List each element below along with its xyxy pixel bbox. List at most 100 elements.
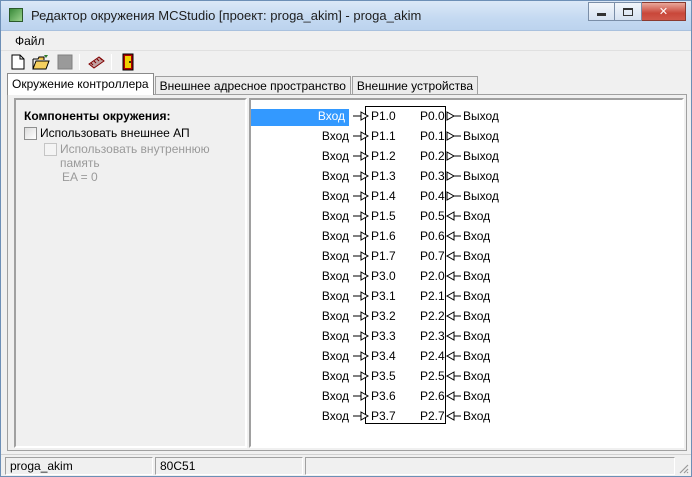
- pin-row-left[interactable]: Вход P1.2: [251, 147, 396, 165]
- pin-direction[interactable]: Вход: [463, 229, 490, 243]
- pin-row-left[interactable]: Вход P1.3: [251, 167, 396, 185]
- pin-direction[interactable]: Вход: [322, 269, 353, 283]
- pin-direction[interactable]: Вход: [463, 329, 490, 343]
- pin-direction[interactable]: Вход: [463, 349, 490, 363]
- checkbox-box: [44, 143, 57, 156]
- pin-row-right[interactable]: P0.5 Вход: [417, 207, 557, 225]
- pin-direction[interactable]: Вход: [322, 129, 353, 143]
- input-arrow-icon: [446, 411, 461, 421]
- pin-name: P1.2: [371, 149, 396, 163]
- use-external-ap-checkbox[interactable]: Использовать внешнее АП: [24, 126, 190, 140]
- pin-name: P2.7: [420, 409, 445, 423]
- pin-row-left[interactable]: Вход P1.5: [251, 207, 396, 225]
- input-arrow-icon: [446, 251, 461, 261]
- pin-row-right[interactable]: P0.3 Выход: [417, 167, 557, 185]
- pin-direction[interactable]: Выход: [463, 189, 499, 203]
- pin-direction[interactable]: Вход: [322, 309, 353, 323]
- pin-row-left[interactable]: Вход P3.0: [251, 267, 396, 285]
- pin-row-right[interactable]: P0.6 Вход: [417, 227, 557, 245]
- menu-file[interactable]: Файл: [15, 34, 45, 48]
- pin-row-right[interactable]: P2.4 Вход: [417, 347, 557, 365]
- open-button[interactable]: [32, 53, 50, 71]
- pin-row-left[interactable]: Вход P3.4: [251, 347, 396, 365]
- pin-direction[interactable]: Вход: [463, 309, 490, 323]
- new-document-icon: [11, 54, 25, 70]
- maximize-button[interactable]: [615, 2, 642, 21]
- pin-direction[interactable]: Выход: [463, 169, 499, 183]
- pin-row-right[interactable]: P2.6 Вход: [417, 387, 557, 405]
- pin-row-left[interactable]: Вход P3.2: [251, 307, 396, 325]
- pin-direction[interactable]: Вход: [322, 209, 353, 223]
- pin-direction[interactable]: Вход: [322, 389, 353, 403]
- pin-row-right[interactable]: P2.7 Вход: [417, 407, 557, 425]
- pin-direction[interactable]: Вход: [322, 329, 353, 343]
- pin-direction[interactable]: Вход: [463, 269, 490, 283]
- pin-row-right[interactable]: P0.4 Выход: [417, 187, 557, 205]
- pin-direction[interactable]: Вход: [463, 409, 490, 423]
- main-window: Редактор окружения MCStudio [проект: pro…: [0, 0, 692, 477]
- pin-direction[interactable]: Вход: [322, 189, 353, 203]
- pin-row-left[interactable]: Вход P1.0: [251, 107, 396, 126]
- pin-direction[interactable]: Вход: [463, 369, 490, 383]
- pin-row-right[interactable]: P0.1 Выход: [417, 127, 557, 145]
- pin-direction[interactable]: Вход: [463, 209, 490, 223]
- output-arrow-icon: [446, 111, 461, 121]
- pin-row-left[interactable]: Вход P1.7: [251, 247, 396, 265]
- pin-direction[interactable]: Вход: [322, 289, 353, 303]
- pin-row-right[interactable]: P2.1 Вход: [417, 287, 557, 305]
- pin-direction[interactable]: Выход: [463, 109, 499, 123]
- pin-name: P3.2: [371, 309, 396, 323]
- pin-direction[interactable]: Вход: [251, 109, 349, 126]
- pin-direction[interactable]: Вход: [322, 149, 353, 163]
- pin-direction[interactable]: Вход: [322, 249, 353, 263]
- open-folder-icon: [32, 55, 50, 70]
- input-arrow-icon: [353, 151, 369, 161]
- pin-row-right[interactable]: P2.3 Вход: [417, 327, 557, 345]
- pin-direction[interactable]: Вход: [322, 229, 353, 243]
- pin-direction[interactable]: Выход: [463, 129, 499, 143]
- pin-name: P3.5: [371, 369, 396, 383]
- pin-direction[interactable]: Вход: [322, 369, 353, 383]
- pin-row-left[interactable]: Вход P1.4: [251, 187, 396, 205]
- close-button[interactable]: ✕: [642, 2, 686, 21]
- pin-direction[interactable]: Вход: [322, 169, 353, 183]
- exit-button[interactable]: [119, 53, 137, 71]
- pin-row-right[interactable]: P2.5 Вход: [417, 367, 557, 385]
- checkbox-box[interactable]: [24, 127, 37, 140]
- tab-controller-environment[interactable]: Окружение контроллера: [7, 73, 154, 95]
- pin-name: P2.5: [420, 369, 445, 383]
- pin-direction[interactable]: Вход: [463, 249, 490, 263]
- tab-external-devices[interactable]: Внешние устройства: [351, 76, 478, 95]
- pin-direction[interactable]: Выход: [463, 149, 499, 163]
- pin-row-left[interactable]: Вход P3.3: [251, 327, 396, 345]
- title-bar[interactable]: Редактор окружения MCStudio [проект: pro…: [1, 1, 691, 31]
- pin-direction[interactable]: Вход: [322, 409, 353, 423]
- resize-grip-icon[interactable]: [677, 462, 689, 474]
- pin-name: P0.5: [420, 209, 445, 223]
- input-arrow-icon: [353, 351, 369, 361]
- pin-row-right[interactable]: P2.0 Вход: [417, 267, 557, 285]
- pin-name: P2.2: [420, 309, 445, 323]
- toolbar-separator: [111, 54, 112, 70]
- pin-row-left[interactable]: Вход P3.6: [251, 387, 396, 405]
- pin-row-left[interactable]: Вход P3.1: [251, 287, 396, 305]
- new-button[interactable]: [9, 53, 27, 71]
- pin-row-right[interactable]: P0.7 Вход: [417, 247, 557, 265]
- pin-direction[interactable]: Вход: [463, 289, 490, 303]
- pin-row-left[interactable]: Вход P1.1: [251, 127, 396, 145]
- input-arrow-icon: [446, 351, 461, 361]
- pin-row-right[interactable]: P0.0 Выход: [417, 107, 557, 125]
- save-button[interactable]: [56, 53, 74, 71]
- pin-row-right[interactable]: P0.2 Выход: [417, 147, 557, 165]
- input-arrow-icon: [353, 391, 369, 401]
- pin-row-right[interactable]: P2.2 Вход: [417, 307, 557, 325]
- minimize-button[interactable]: [588, 2, 615, 21]
- pin-row-left[interactable]: Вход P1.6: [251, 227, 396, 245]
- pin-row-left[interactable]: Вход P3.5: [251, 367, 396, 385]
- pin-direction[interactable]: Вход: [463, 389, 490, 403]
- chip-button[interactable]: [87, 53, 105, 71]
- pin-name: P0.7: [420, 249, 445, 263]
- pin-row-left[interactable]: Вход P3.7: [251, 407, 396, 425]
- tab-external-address-space[interactable]: Внешнее адресное пространство: [154, 76, 351, 95]
- pin-direction[interactable]: Вход: [322, 349, 353, 363]
